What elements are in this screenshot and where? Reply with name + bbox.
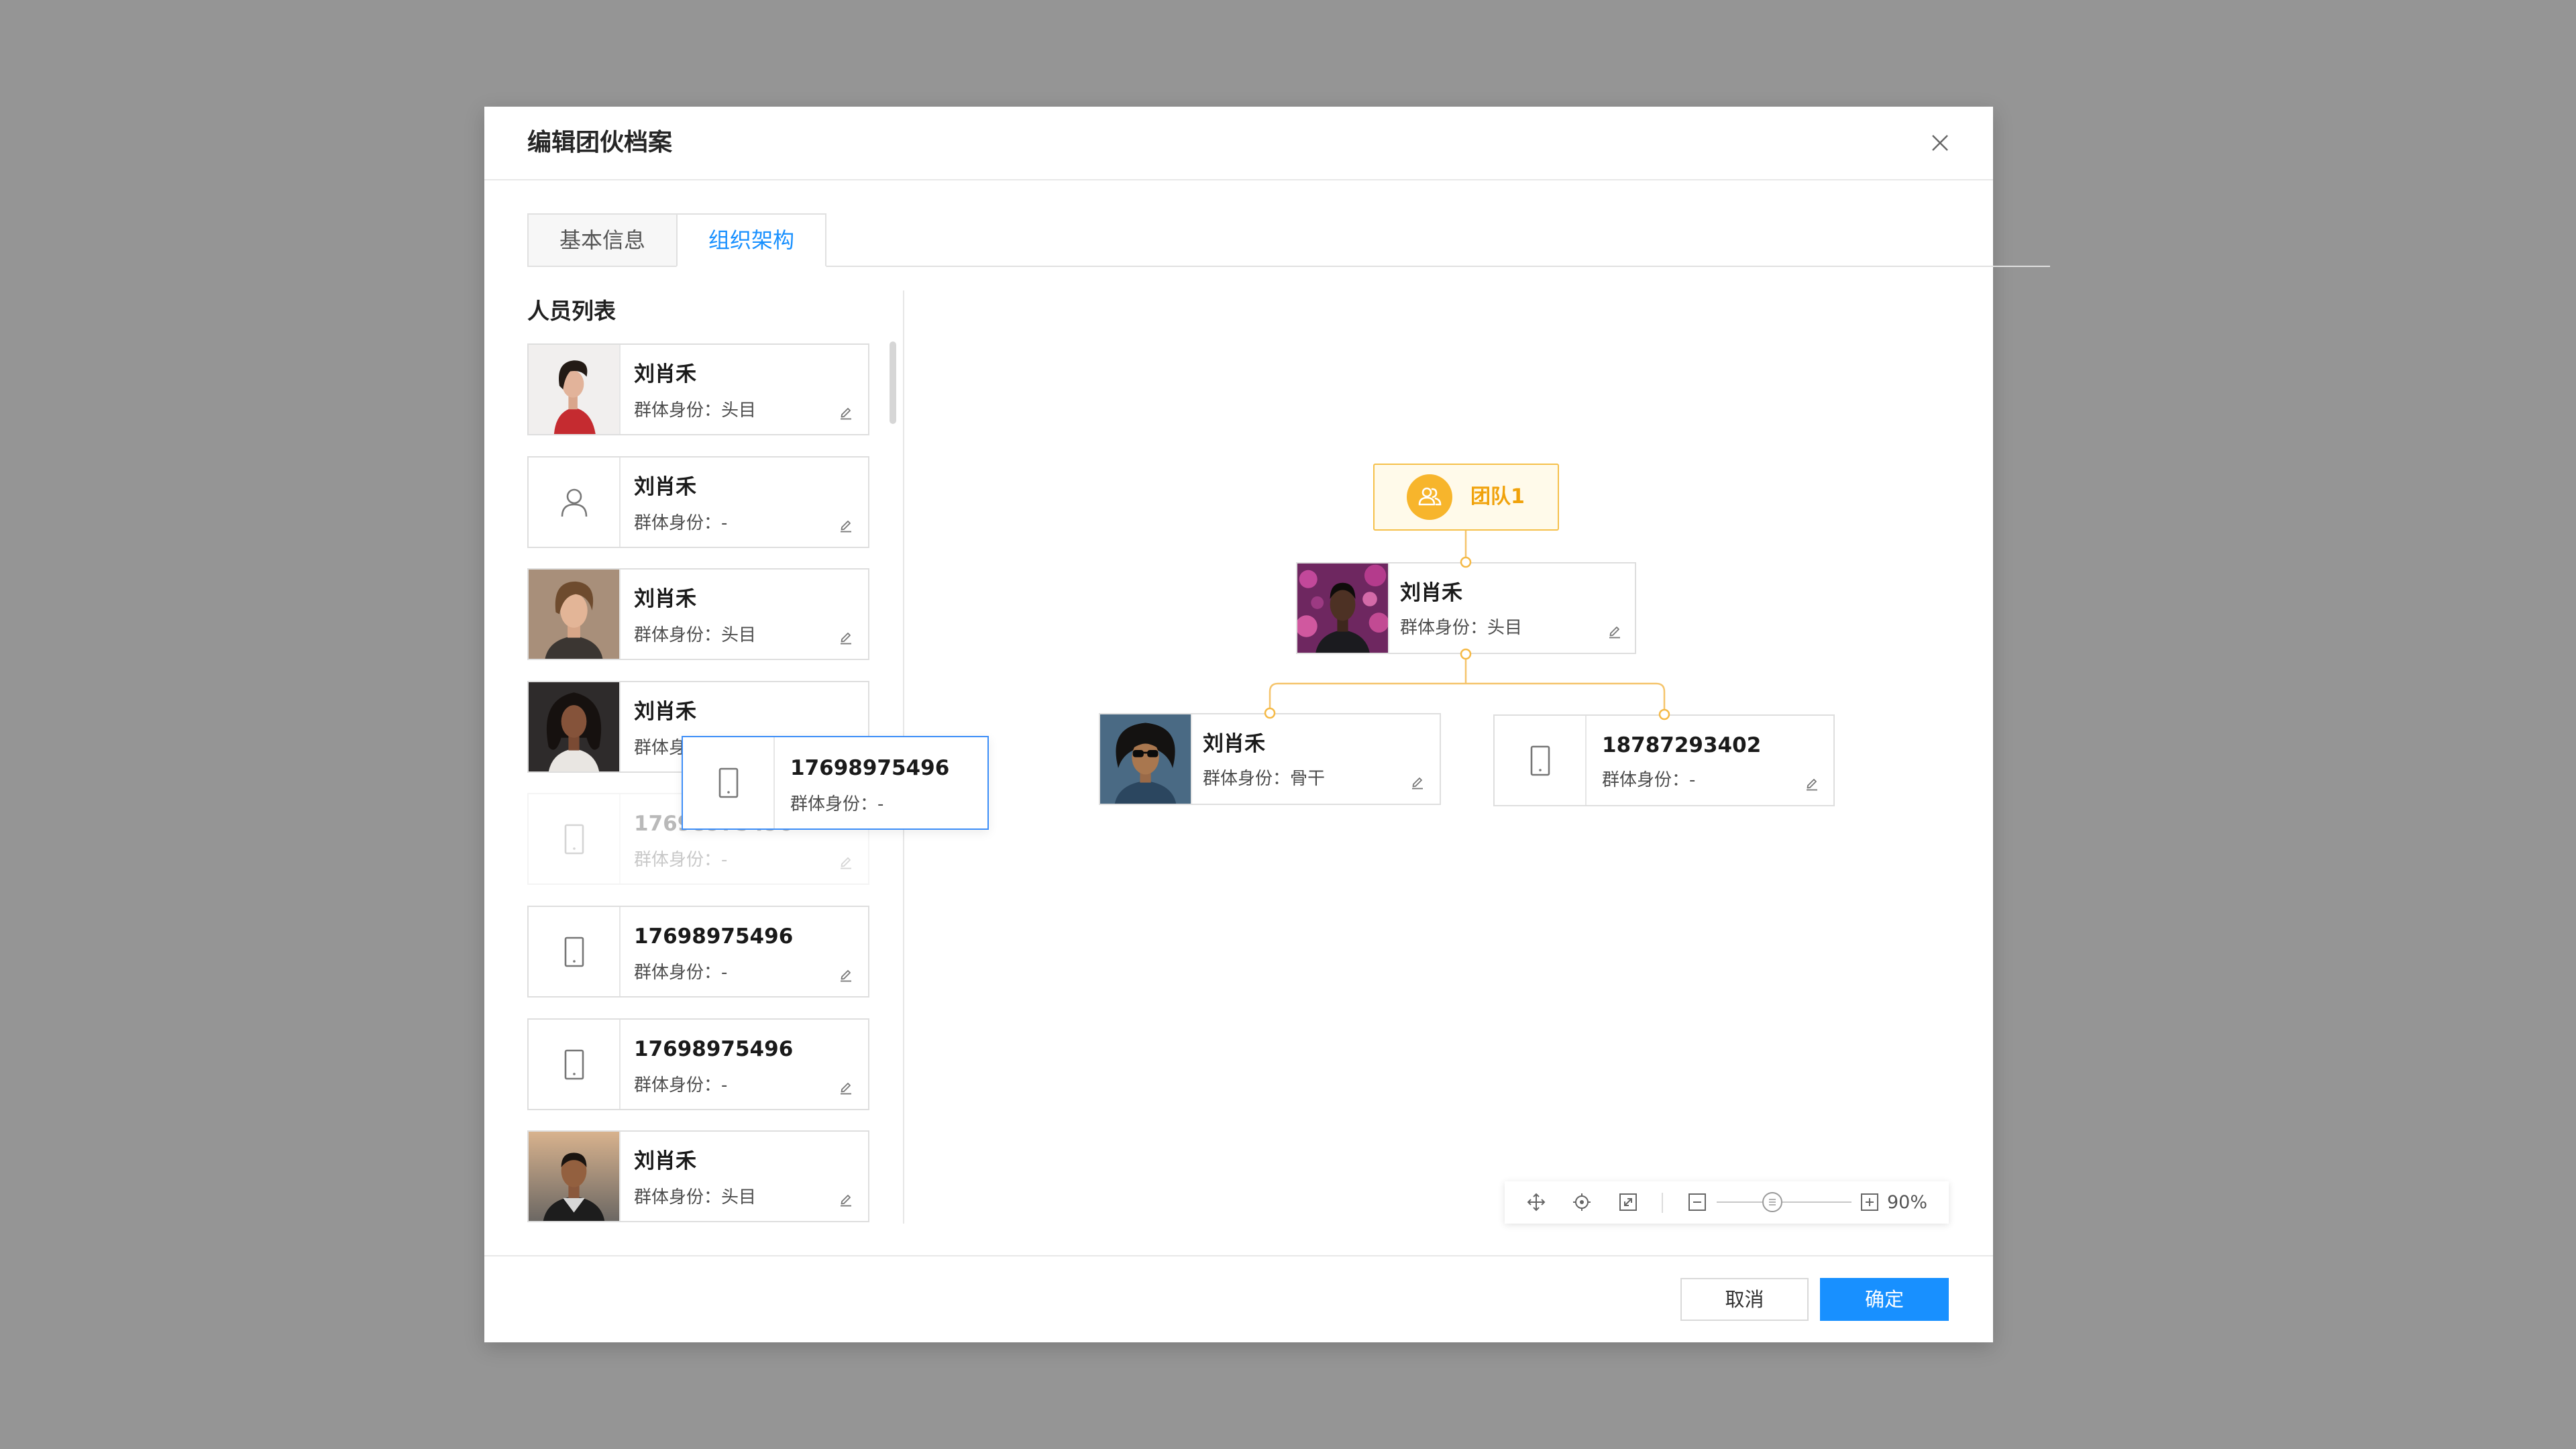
member-role: 群体身份：- (790, 794, 884, 814)
zoom-out-icon[interactable] (1688, 1193, 1707, 1212)
member-name: 刘肖禾 (634, 587, 696, 611)
member-photo (529, 345, 619, 434)
edit-icon[interactable] (1804, 775, 1820, 791)
phone-icon (564, 1049, 584, 1079)
team-icon-circle (1407, 474, 1452, 520)
zoom-in-icon[interactable] (1860, 1193, 1879, 1212)
edit-icon[interactable] (838, 629, 854, 645)
member-name: 18787293402 (1602, 733, 1762, 757)
phone-icon (564, 824, 584, 854)
member-photo (529, 570, 619, 659)
edit-icon[interactable] (838, 1191, 854, 1207)
member-avatar (683, 737, 775, 828)
connector-leader-members (1269, 659, 1666, 710)
zoom-level: 90% (1887, 1192, 1928, 1213)
person-icon (561, 488, 587, 517)
edit-icon (841, 857, 851, 869)
tab-basic-info[interactable]: 基本信息 (527, 213, 678, 267)
team-icon (1418, 487, 1442, 506)
member-avatar (529, 794, 621, 883)
member-role: 群体身份：头目 (634, 625, 757, 645)
org-member-card[interactable]: 刘肖禾 群体身份：骨干 (1099, 713, 1441, 805)
member-photo (529, 1132, 619, 1221)
tab-org-structure[interactable]: 组织架构 (676, 213, 826, 267)
fit-screen-icon[interactable] (1618, 1192, 1638, 1212)
member-card[interactable]: 刘肖禾 群体身份：- (527, 456, 869, 548)
team-name: 团队1 (1470, 485, 1525, 508)
member-role: 群体身份：- (634, 513, 728, 533)
member-name: 刘肖禾 (1400, 581, 1462, 605)
locate-icon[interactable] (1572, 1192, 1592, 1212)
member-photo (1297, 564, 1388, 653)
member-avatar (529, 682, 621, 771)
member-card[interactable]: 刘肖禾 群体身份：头目 (527, 1130, 869, 1222)
dialog-header: 编辑团伙档案 (484, 107, 1993, 180)
member-card[interactable]: 17698975496 群体身份：- (527, 1018, 869, 1110)
dialog-title: 编辑团伙档案 (527, 129, 673, 156)
phone-icon (718, 767, 738, 798)
toolbar-divider (1662, 1193, 1663, 1213)
member-role: 群体身份：- (1602, 770, 1696, 790)
cancel-button[interactable]: 取消 (1680, 1278, 1809, 1321)
member-role: 群体身份：骨干 (1203, 769, 1326, 789)
member-avatar (1495, 716, 1587, 805)
member-name: 刘肖禾 (1203, 732, 1265, 756)
footer-divider (484, 1255, 1993, 1256)
member-photo (1100, 714, 1191, 804)
member-role: 群体身份：- (634, 963, 728, 983)
member-name: 刘肖禾 (634, 1149, 696, 1173)
member-name: 17698975496 (790, 756, 950, 780)
member-avatar (529, 570, 621, 659)
edit-icon[interactable] (838, 966, 854, 982)
edit-icon[interactable] (838, 404, 854, 420)
member-list-title: 人员列表 (527, 298, 616, 324)
edit-icon[interactable] (1409, 773, 1426, 790)
close-icon[interactable] (1931, 133, 1949, 152)
member-avatar (1100, 714, 1192, 804)
edit-icon[interactable] (1607, 623, 1623, 639)
member-avatar (529, 345, 621, 434)
phone-icon (1530, 745, 1550, 775)
member-name: 17698975496 (634, 1037, 794, 1061)
member-avatar (529, 458, 621, 547)
org-chart-canvas[interactable]: 团队1 刘肖禾 群体身份：头目 刘肖禾 群体身份：骨干 18787293402 … (904, 268, 1993, 1255)
edit-icon[interactable] (838, 517, 854, 533)
edit-icon[interactable] (838, 1079, 854, 1095)
grip-icon (1769, 1199, 1776, 1205)
confirm-button[interactable]: 确定 (1820, 1278, 1949, 1321)
org-leader-card[interactable]: 刘肖禾 群体身份：头目 (1296, 562, 1636, 654)
member-role: 群体身份：头目 (634, 1187, 757, 1208)
member-role: 群体身份：- (634, 850, 728, 870)
member-name: 刘肖禾 (634, 700, 696, 724)
member-name: 刘肖禾 (634, 362, 696, 386)
member-avatar (529, 907, 621, 996)
edit-gang-profile-dialog: 编辑团伙档案 基本信息 组织架构 人员列表 刘肖禾 群体身份：头目 刘肖禾 群体… (484, 107, 2050, 1342)
member-name: 17698975496 (634, 924, 794, 949)
org-member-card[interactable]: 18787293402 群体身份：- (1493, 714, 1835, 806)
member-avatar (1297, 564, 1389, 653)
member-photo (529, 682, 619, 771)
member-card[interactable]: 刘肖禾 群体身份：头目 (527, 343, 869, 435)
zoom-toolbar: 90% (1505, 1181, 1949, 1224)
member-role: 群体身份：头目 (634, 400, 757, 421)
member-list-panel: 人员列表 刘肖禾 群体身份：头目 刘肖禾 群体身份：- 刘肖禾 群体身份：头目 … (527, 288, 989, 1227)
member-role: 群体身份：- (634, 1075, 728, 1095)
phone-icon (564, 936, 584, 967)
zoom-slider-handle[interactable] (1762, 1192, 1782, 1212)
member-list-scrollbar[interactable] (890, 341, 896, 424)
team-node[interactable]: 团队1 (1373, 464, 1559, 531)
dragging-member-card[interactable]: 17698975496 群体身份：- (682, 736, 989, 830)
member-avatar (529, 1020, 621, 1109)
member-card[interactable]: 刘肖禾 群体身份：头目 (527, 568, 869, 660)
move-icon[interactable] (1526, 1192, 1546, 1212)
member-avatar (529, 1132, 621, 1221)
member-name: 刘肖禾 (634, 475, 696, 499)
member-card[interactable]: 17698975496 群体身份：- (527, 906, 869, 998)
zoom-slider-track[interactable] (1717, 1201, 1851, 1203)
member-role: 群体身份：头目 (1400, 618, 1523, 638)
